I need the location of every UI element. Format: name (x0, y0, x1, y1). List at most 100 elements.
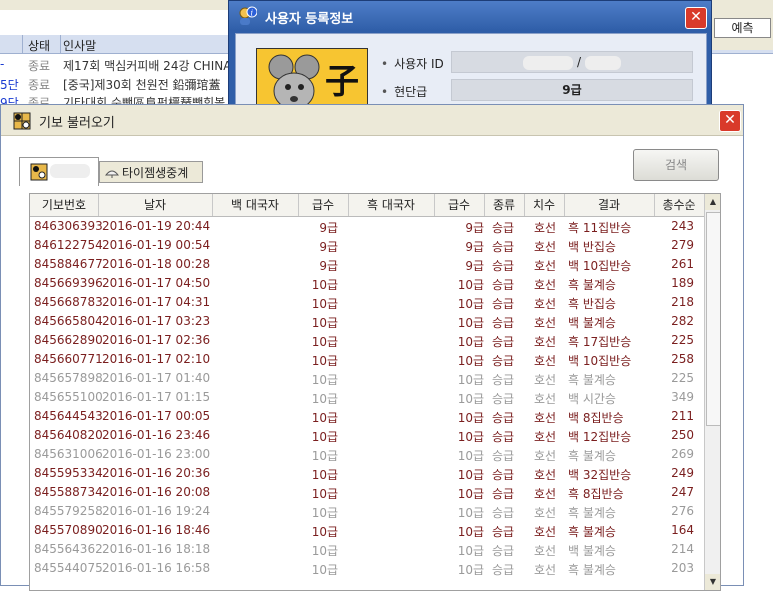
column-white-rank[interactable]: 급수 (298, 194, 349, 216)
user-id-label: 사용자 ID (381, 55, 444, 72)
kind-cell: 승급 (492, 544, 515, 558)
load-game-close-button[interactable]: ✕ (719, 110, 741, 132)
result-cell: 흑 반집승 (568, 297, 616, 311)
date-cell: 2016-01-16 23:46 (102, 428, 211, 442)
black-rank-cell: 9급 (465, 259, 484, 273)
table-row[interactable]: 845669396 2016-01-17 04:50 10급 10급 승급 호선 흑 불계승… (30, 274, 704, 293)
scroll-up-icon[interactable]: ▲ (705, 194, 720, 210)
table-row[interactable]: 845660771 2016-01-17 02:10 10급 10급 승급 호선 백 10집… (30, 350, 704, 369)
tab-live-broadcast[interactable]: 타이젬생중계 (99, 161, 203, 183)
avatar: 子 (256, 48, 368, 112)
record-id-cell: 845579258 (34, 504, 103, 518)
total-moves-cell: 261 (671, 257, 694, 271)
kind-cell: 승급 (492, 259, 515, 273)
table-row[interactable]: 845588734 2016-01-16 20:08 10급 10급 승급 호선 흑 8집반… (30, 483, 704, 502)
prediction-tab[interactable]: 예측 (714, 18, 771, 38)
table-row[interactable]: 846306393 2016-01-19 20:44 9급 9급 승급 호선 흑 11집반승… (30, 217, 704, 236)
date-cell: 2016-01-17 01:15 (102, 390, 211, 404)
user-info-icon: i (239, 6, 257, 25)
black-rank-cell: 10급 (457, 392, 484, 406)
record-id-cell: 845660771 (34, 352, 103, 366)
record-id-cell: 846306393 (34, 219, 103, 233)
column-record-id[interactable]: 기보번호 (30, 194, 99, 216)
date-cell: 2016-01-17 02:36 (102, 333, 211, 347)
kind-cell: 승급 (492, 335, 515, 349)
search-button[interactable]: 검색 (633, 149, 719, 181)
kind-cell: 승급 (492, 411, 515, 425)
total-moves-cell: 189 (671, 276, 694, 290)
date-cell: 2016-01-17 03:23 (102, 314, 211, 328)
svg-text:i: i (251, 9, 254, 18)
record-id-cell: 845669396 (34, 276, 103, 290)
scrollbar-thumb[interactable] (706, 212, 720, 426)
table-row[interactable]: 845544075 2016-01-16 16:58 10급 10급 승급 호선 흑 불계승… (30, 559, 704, 578)
handicap-cell: 호선 (534, 240, 557, 254)
table-row[interactable]: 845655100 2016-01-17 01:15 10급 10급 승급 호선 백 시간승… (30, 388, 704, 407)
total-moves-cell: 243 (671, 219, 694, 233)
tab-my-records[interactable] (19, 157, 99, 186)
date-cell: 2016-01-19 00:54 (102, 238, 211, 252)
load-game-title-bar[interactable]: 기보 불러오기 ✕ (1, 105, 743, 136)
column-kind[interactable]: 종류 (484, 194, 525, 216)
kind-cell: 승급 (492, 354, 515, 368)
user-info-close-button[interactable]: ✕ (685, 7, 707, 29)
handicap-cell: 호선 (534, 506, 557, 520)
table-row[interactable]: 845570890 2016-01-16 18:46 10급 10급 승급 호선 흑 불계승… (30, 521, 704, 540)
black-rank-cell: 10급 (457, 487, 484, 501)
result-cell: 흑 불계승 (568, 373, 616, 387)
table-row[interactable]: 845884677 2016-01-18 00:28 9급 9급 승급 호선 백 10집반승… (30, 255, 704, 274)
result-cell: 백 8집반승 (568, 411, 624, 425)
result-cell: 백 시간승 (568, 392, 616, 406)
total-moves-cell: 249 (671, 466, 694, 480)
column-date[interactable]: 날자 (98, 194, 213, 216)
broadcast-icon (104, 170, 120, 178)
column-white-player[interactable]: 백 대국자 (212, 194, 299, 216)
column-handicap[interactable]: 치수 (524, 194, 565, 216)
table-row[interactable]: 845657898 2016-01-17 01:40 10급 10급 승급 호선 흑 불계승… (30, 369, 704, 388)
date-cell: 2016-01-16 20:08 (102, 485, 211, 499)
table-row[interactable]: 845665804 2016-01-17 03:23 10급 10급 승급 호선 백 불계승… (30, 312, 704, 331)
date-cell: 2016-01-17 00:05 (102, 409, 211, 423)
handicap-cell: 호선 (534, 487, 557, 501)
total-moves-cell: 279 (671, 238, 694, 252)
handicap-cell: 호선 (534, 563, 557, 577)
table-row[interactable]: 845640820 2016-01-16 23:46 10급 10급 승급 호선 백 12집… (30, 426, 704, 445)
total-moves-cell: 164 (671, 523, 694, 537)
total-moves-cell: 214 (671, 542, 694, 556)
white-rank-cell: 10급 (311, 449, 338, 463)
kind-cell: 승급 (492, 373, 515, 387)
date-cell: 2016-01-17 01:40 (102, 371, 211, 385)
column-total-moves[interactable]: 총수순 (654, 194, 705, 216)
white-rank-cell: 9급 (319, 240, 338, 254)
date-cell: 2016-01-17 04:50 (102, 276, 211, 290)
table-row[interactable]: 845564362 2016-01-16 18:18 10급 10급 승급 호선 백 불계승… (30, 540, 704, 559)
handicap-cell: 호선 (534, 297, 557, 311)
table-row[interactable]: 845579258 2016-01-16 19:24 10급 10급 승급 호선 흑 불계승… (30, 502, 704, 521)
user-id-field: / (451, 51, 693, 73)
column-greeting[interactable]: 인사말 (63, 37, 96, 54)
column-black-rank[interactable]: 급수 (434, 194, 485, 216)
table-row[interactable]: 845668783 2016-01-17 04:31 10급 10급 승급 호선 흑 반집승… (30, 293, 704, 312)
white-rank-cell: 10급 (311, 430, 338, 444)
table-row[interactable]: 845644543 2016-01-17 00:05 10급 10급 승급 호선 백 8집반… (30, 407, 704, 426)
vertical-scrollbar[interactable]: ▲ ▼ (704, 194, 720, 590)
table-row[interactable]: 845595334 2016-01-16 20:36 10급 10급 승급 호선 백 32집… (30, 464, 704, 483)
white-rank-cell: 10급 (311, 373, 338, 387)
black-rank-cell: 10급 (457, 525, 484, 539)
total-moves-cell: 218 (671, 295, 694, 309)
handicap-cell: 호선 (534, 259, 557, 273)
user-info-title-bar[interactable]: i 사용자 등록정보 ✕ (229, 1, 711, 31)
column-status[interactable]: 상태 (28, 37, 50, 54)
table-row[interactable]: 845662890 2016-01-17 02:36 10급 10급 승급 호선 흑 17집… (30, 331, 704, 350)
record-id-cell: 845595334 (34, 466, 103, 480)
result-cell: 백 불계승 (568, 544, 616, 558)
black-rank-cell: 10급 (457, 430, 484, 444)
column-result[interactable]: 결과 (564, 194, 655, 216)
black-rank-cell: 10급 (457, 411, 484, 425)
scroll-down-icon[interactable]: ▼ (705, 574, 720, 590)
result-cell: 흑 11집반승 (568, 221, 632, 235)
table-row[interactable]: 846122754 2016-01-19 00:54 9급 9급 승급 호선 백 반집승 27… (30, 236, 704, 255)
kind-cell: 승급 (492, 506, 515, 520)
table-row[interactable]: 845631006 2016-01-16 23:00 10급 10급 승급 호선 흑 불계승… (30, 445, 704, 464)
column-black-player[interactable]: 흑 대국자 (348, 194, 435, 216)
